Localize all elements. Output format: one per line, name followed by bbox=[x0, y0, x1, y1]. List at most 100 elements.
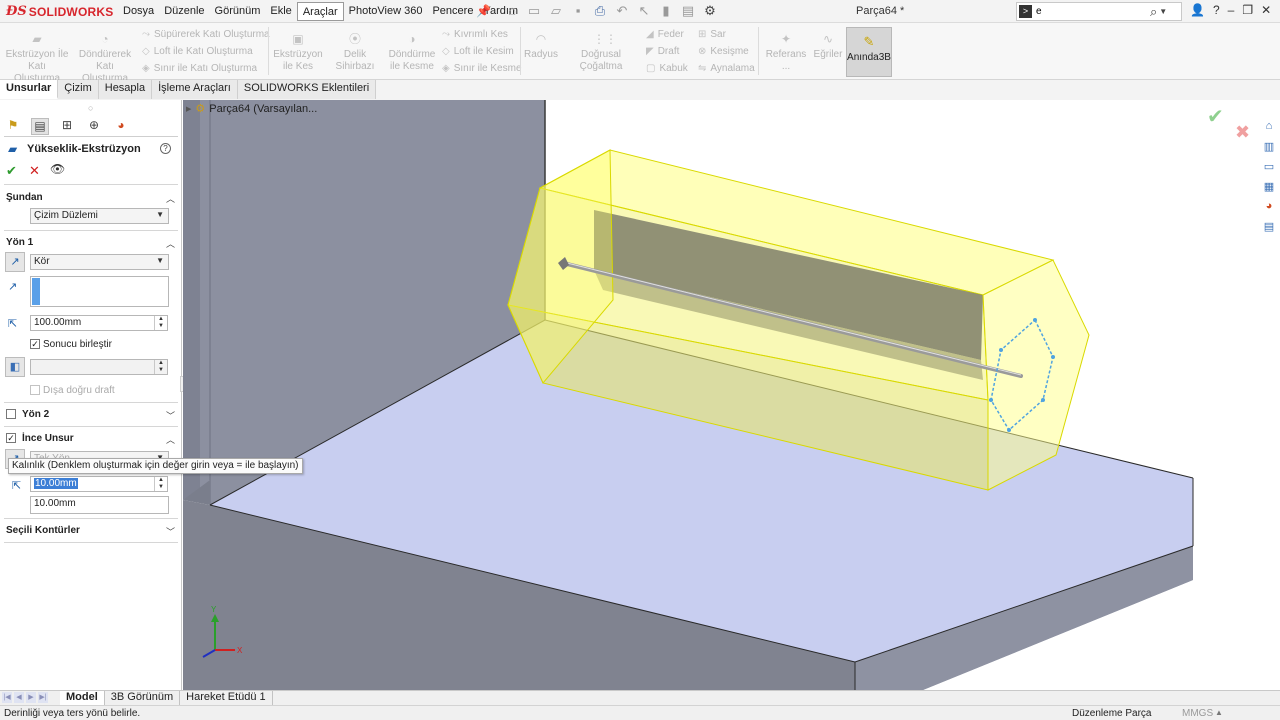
tab-addins[interactable]: SOLIDWORKS Eklentileri bbox=[237, 80, 377, 99]
expand-arrow-icon[interactable]: ▶ bbox=[186, 105, 191, 113]
minimize-icon[interactable]: – bbox=[1228, 3, 1235, 17]
rebuild-icon[interactable]: ▮ bbox=[658, 3, 674, 19]
expand-chevron-icon[interactable]: ﹀ bbox=[166, 409, 175, 422]
reference-geometry-button[interactable]: ✦ Referans ... bbox=[762, 33, 810, 73]
menu-tools[interactable]: Araçlar bbox=[296, 2, 344, 21]
select-icon[interactable]: ↖ bbox=[636, 3, 652, 19]
mirror-button[interactable]: ⇋ Aynalama bbox=[698, 63, 755, 74]
tab-3d-views[interactable]: 3B Görünüm bbox=[105, 691, 181, 705]
end-condition-select[interactable]: Kör ▼ bbox=[30, 254, 169, 270]
dimxpert-icon[interactable]: ⊕ bbox=[85, 118, 103, 135]
options-gear-icon[interactable]: ⚙ bbox=[702, 3, 718, 19]
undo-icon[interactable]: ↶ bbox=[614, 3, 630, 19]
fillet-button[interactable]: ◠ Radyus bbox=[524, 33, 558, 61]
user-icon[interactable]: 👤 bbox=[1190, 3, 1205, 17]
thickness-input[interactable]: 10.00mm ▲ ▼ bbox=[30, 476, 168, 492]
pin-icon[interactable]: 📌 bbox=[476, 4, 491, 18]
new-document-icon[interactable]: ▭ bbox=[526, 3, 542, 19]
spin-arrows-icon[interactable]: ▲ ▼ bbox=[154, 477, 167, 491]
menu-insert[interactable]: Ekle bbox=[265, 2, 296, 21]
extrude-cut-button[interactable]: ▣ Ekstrüzyon ile Kes bbox=[272, 33, 324, 73]
feature-tree-icon[interactable]: ⚑ bbox=[4, 118, 22, 135]
boundary-cut-button[interactable]: ◈ Sınır ile Kesme bbox=[442, 63, 522, 74]
model-scene[interactable]: X Y bbox=[183, 100, 1280, 690]
help-question-icon[interactable]: ? bbox=[1213, 3, 1220, 17]
panel-splitter[interactable]: ○ bbox=[88, 103, 93, 113]
solidworks-logo[interactable]: ƉS SOLIDWORKS bbox=[6, 3, 113, 20]
boundary-boss-button[interactable]: ◈ Sınır ile Katı Oluşturma bbox=[142, 63, 257, 74]
swept-cut-button[interactable]: ⤳ Kıvrımlı Kes bbox=[442, 29, 508, 40]
draft-onoff-button[interactable]: ◧ bbox=[5, 357, 25, 377]
file-properties-icon[interactable]: ▤ bbox=[680, 3, 696, 19]
merge-result-checkbox[interactable]: ✓ bbox=[30, 339, 40, 349]
rib-button[interactable]: ◢ Feder bbox=[646, 29, 684, 40]
section-direction2-header[interactable]: Yön 2 bbox=[22, 409, 49, 420]
curves-button[interactable]: ∿ Eğriler bbox=[812, 33, 844, 61]
reverse-direction-button[interactable]: ↗ bbox=[5, 252, 25, 272]
prev-tab-icon[interactable]: ◀ bbox=[14, 692, 24, 703]
cancel-button[interactable]: ✕ bbox=[29, 163, 40, 179]
feature-tree-flyout[interactable]: ▶ ⚙ Parça64 (Varsayılan... bbox=[186, 102, 317, 116]
depth-input[interactable]: 100.00mm ▲ ▼ bbox=[30, 315, 168, 331]
appearances-icon[interactable]: ◕ bbox=[1261, 200, 1277, 214]
menu-photoview[interactable]: PhotoView 360 bbox=[344, 2, 428, 21]
confirmation-ok-icon[interactable]: ✔ bbox=[1207, 104, 1224, 129]
wrap-button[interactable]: ⊞ Sar bbox=[698, 29, 726, 40]
expand-chevron-icon[interactable]: ﹀ bbox=[166, 525, 175, 538]
tab-machining-tools[interactable]: İşleme Araçları bbox=[152, 80, 238, 99]
property-manager-icon[interactable]: ▤ bbox=[31, 118, 49, 135]
section-selected-contours-header[interactable]: Seçili Kontürler bbox=[6, 525, 80, 536]
unit-system[interactable]: MMGS bbox=[1182, 708, 1213, 719]
from-select[interactable]: Çizim Düzlemi ▼ bbox=[30, 208, 169, 224]
open-icon[interactable]: ▱ bbox=[548, 3, 564, 19]
help-icon[interactable]: ? bbox=[160, 143, 171, 154]
collapse-chevron-icon[interactable]: ︿ bbox=[166, 192, 175, 205]
print-icon[interactable]: ⎙ bbox=[592, 3, 608, 19]
last-tab-icon[interactable]: ▶| bbox=[38, 692, 48, 703]
shell-button[interactable]: ▢ Kabuk bbox=[646, 63, 688, 74]
revolve-cut-button[interactable]: ◑ Döndürme ile Kesme bbox=[388, 33, 436, 73]
menu-file[interactable]: Dosya bbox=[118, 2, 159, 21]
menu-window[interactable]: Pencere bbox=[427, 2, 478, 21]
tab-motion-study[interactable]: Hareket Etüdü 1 bbox=[180, 691, 273, 705]
draft-outward-checkbox[interactable] bbox=[30, 385, 40, 395]
configuration-manager-icon[interactable]: ⊞ bbox=[58, 118, 76, 135]
instant3d-toggle[interactable]: ✎ Anında3B bbox=[846, 27, 892, 77]
menu-edit[interactable]: Düzenle bbox=[159, 2, 209, 21]
spin-arrows-icon[interactable]: ▲ ▼ bbox=[154, 360, 167, 374]
search-icon[interactable]: ⌕ bbox=[1150, 4, 1157, 20]
detailed-preview-eye-icon[interactable]: 👁 bbox=[50, 162, 65, 176]
tab-features[interactable]: Unsurlar bbox=[0, 80, 59, 99]
intersect-button[interactable]: ⊗ Kesişme bbox=[698, 46, 749, 57]
custom-properties-icon[interactable]: ▤ bbox=[1261, 220, 1277, 234]
confirmation-cancel-icon[interactable]: ✖ bbox=[1235, 122, 1250, 143]
tab-sketch[interactable]: Çizim bbox=[58, 80, 99, 99]
draft-button[interactable]: ◤ Draft bbox=[646, 46, 679, 57]
chevron-up-icon[interactable]: ▲ bbox=[1215, 708, 1223, 717]
tab-model[interactable]: Model bbox=[60, 691, 105, 705]
design-library-icon[interactable]: ▥ bbox=[1261, 140, 1277, 154]
section-thin-feature-header[interactable]: İnce Unsur bbox=[22, 433, 74, 444]
save-icon[interactable]: ▪ bbox=[570, 3, 586, 19]
section-direction1-header[interactable]: Yön 1 bbox=[6, 237, 33, 248]
sweep-boss-button[interactable]: ⤳ Süpürerek Katı Oluşturma bbox=[142, 29, 270, 40]
direction2-checkbox[interactable] bbox=[6, 409, 16, 419]
home-icon[interactable]: ⌂ bbox=[504, 3, 520, 19]
loft-boss-button[interactable]: ◇ Loft ile Katı Oluşturma bbox=[142, 46, 253, 57]
collapse-chevron-icon[interactable]: ︿ bbox=[166, 433, 175, 446]
extrude-boss-button[interactable]: ▰ Ekstrüzyon İle Katı Oluşturma bbox=[4, 33, 70, 85]
display-manager-icon[interactable]: ◕ bbox=[112, 118, 130, 135]
restore-icon[interactable]: ❐ bbox=[1242, 3, 1253, 17]
tab-evaluate[interactable]: Hesapla bbox=[98, 80, 153, 99]
linear-pattern-button[interactable]: ⋮⋮ Doğrusal Çoğaltma bbox=[560, 33, 642, 73]
draft-angle-input[interactable]: ▲ ▼ bbox=[30, 359, 168, 375]
command-search[interactable]: > ⌕ ▼ bbox=[1016, 2, 1182, 21]
graphics-area[interactable]: X Y ▶ ⚙ Parça64 (Varsayılan... ⌕ ⌕ ↶ ◫ ⬚… bbox=[183, 100, 1280, 690]
first-tab-icon[interactable]: |◀ bbox=[2, 692, 12, 703]
next-tab-icon[interactable]: ▶ bbox=[26, 692, 36, 703]
ok-button[interactable]: ✔ bbox=[6, 163, 17, 179]
revolve-boss-button[interactable]: ◔ Döndürerek Katı Oluşturma bbox=[74, 33, 136, 85]
view-palette-icon[interactable]: ▦ bbox=[1261, 180, 1277, 194]
lofted-cut-button[interactable]: ◇ Loft ile Kesim bbox=[442, 46, 514, 57]
direction-selection-box[interactable] bbox=[30, 276, 169, 307]
